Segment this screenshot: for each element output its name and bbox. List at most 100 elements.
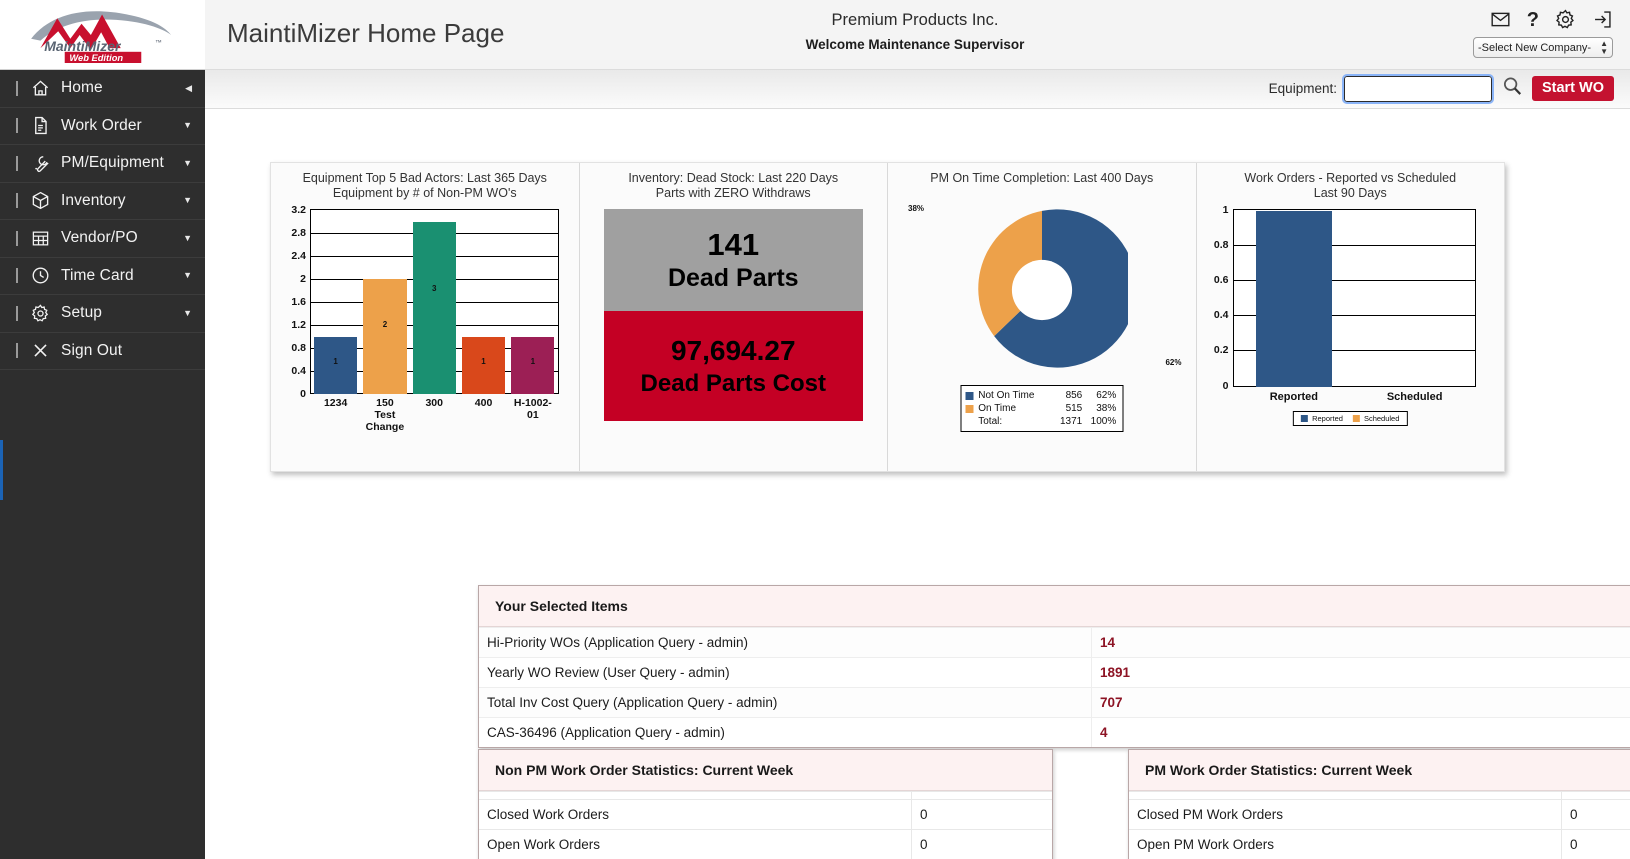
legend-entry: Reported	[1301, 414, 1343, 423]
legend-percent: 38%	[1096, 403, 1117, 414]
bars-group: 1 2 3 1 1	[311, 210, 558, 394]
legend-swatch	[1301, 415, 1309, 422]
chevron-down-icon[interactable]: ▼	[183, 158, 192, 168]
sidebar-item-vendor-po[interactable]: Vendor/PO ▼	[0, 220, 205, 258]
page-title: MaintiMizer Home Page	[227, 18, 505, 48]
donut-plot: 38% 62% Not On Time 856 62% On Time 515 …	[894, 190, 1190, 440]
help-icon[interactable]: ?	[1527, 10, 1539, 30]
x-tick-label: 150 Test Change	[363, 397, 406, 433]
chart-title: Work Orders - Reported vs Scheduled Last…	[1203, 171, 1499, 201]
chart-title-line1: PM On Time Completion: Last 400 Days	[930, 171, 1154, 185]
dead-parts-cost-label: Dead Parts Cost	[640, 370, 826, 397]
legend-total-percent: 100%	[1090, 416, 1117, 427]
bar[interactable]: 1	[511, 336, 555, 394]
wrench-icon	[29, 152, 51, 174]
table-row[interactable]: Closed PM Work Orders 0	[1129, 799, 1630, 829]
chevron-down-icon[interactable]: ▼	[183, 196, 192, 205]
bar-chart-plot: 1 0.8 0.6 0.4 0.2 0 Reported Scheduled R…	[1203, 204, 1499, 455]
bar[interactable]: 3	[412, 221, 456, 394]
legend-swatch-empty	[965, 418, 973, 426]
table-row[interactable]: Closed Work Orders 0	[479, 799, 1052, 829]
table-row[interactable]: Yearly WO Review (User Query - admin) 18…	[479, 657, 1630, 687]
sidebar-item-setup[interactable]: Setup ▼	[0, 295, 205, 333]
x-tick-label: Reported	[1269, 391, 1319, 403]
sidebar-item-pm-equipment[interactable]: PM/Equipment ▼	[0, 145, 205, 183]
table-row[interactable]: Total Inv Cost Query (Application Query …	[479, 687, 1630, 717]
chevron-left-icon[interactable]: ◀	[185, 83, 192, 93]
donut-svg[interactable]	[956, 204, 1128, 376]
start-wo-button[interactable]: Start WO	[1531, 76, 1614, 101]
company-select-dropdown[interactable]: -Select New Company- ▲ ▼	[1473, 37, 1613, 58]
equipment-search-bar: Equipment: Start WO	[205, 70, 1630, 109]
table-row[interactable]: Hi-Priority WOs (Application Query - adm…	[479, 627, 1630, 657]
document-icon	[29, 115, 51, 137]
x-tick-text: 1234	[323, 397, 348, 409]
nav-tick	[16, 80, 18, 96]
equipment-search-input[interactable]	[1341, 73, 1494, 104]
dashboard-content: Equipment Top 5 Bad Actors: Last 365 Day…	[205, 109, 1630, 859]
slice-label-not-on-time: 62%	[1165, 358, 1182, 367]
chart-title-line2: Equipment by # of Non-PM WO's	[332, 186, 517, 200]
dead-parts-cost-value: 97,694.27	[670, 335, 796, 366]
query-count: 4	[1091, 718, 1630, 747]
table-row[interactable]: CAS-36496 (Application Query - admin) 4	[479, 717, 1630, 747]
sidebar-item-label: Home	[61, 79, 103, 97]
chevron-down-icon[interactable]: ▼	[183, 271, 192, 280]
search-icon[interactable]	[1501, 75, 1523, 102]
mail-icon[interactable]	[1490, 9, 1511, 30]
chevron-down-icon[interactable]: ▼	[183, 233, 192, 243]
stat-label: Closed Work Orders	[487, 807, 610, 822]
sidebar-item-inventory[interactable]: Inventory ▼	[0, 183, 205, 220]
donut-legend: Not On Time 856 62% On Time 515 38% Tota…	[960, 385, 1124, 432]
sidebar-item-label: Vendor/PO	[61, 229, 138, 247]
nav-tick	[16, 118, 18, 134]
bar[interactable]: 1	[314, 336, 358, 394]
y-tick: 1.2	[291, 319, 306, 331]
x-axis-labels: 1234 150 Test Change 300 400 H-1002-01	[311, 397, 558, 433]
bar[interactable]	[1255, 211, 1332, 387]
sidebar-item-home[interactable]: Home ◀	[0, 70, 205, 108]
table-row[interactable]: Open PM Work Orders 0	[1129, 829, 1630, 859]
legend-swatch	[1352, 415, 1360, 422]
y-tick: 2.4	[291, 250, 306, 262]
sidebar-item-work-order[interactable]: Work Order ▼	[0, 108, 205, 145]
panel-title: Your Selected Items	[479, 586, 1630, 627]
header-icon-bar: ?	[1490, 9, 1613, 30]
y-tick: 2	[300, 273, 306, 285]
app-logo[interactable]: MaintiMizer ™ Web Edition	[0, 0, 205, 70]
x-tick-sub2: Change	[365, 421, 405, 433]
welcome-message: Welcome Maintenance Supervisor	[805, 37, 1025, 52]
sidebar-item-sign-out[interactable]: Sign Out	[0, 333, 205, 370]
query-count: 14	[1091, 628, 1630, 657]
chart-title-line2: Last 90 Days	[1313, 186, 1387, 200]
y-tick: 0.8	[291, 342, 306, 354]
chevron-down-icon[interactable]: ▼	[183, 121, 192, 130]
company-block: Premium Products Inc. Welcome Maintenanc…	[750, 11, 1080, 52]
x-tick-label: 1234	[314, 397, 357, 433]
sidebar-item-label: Time Card	[61, 266, 134, 284]
y-tick: 0.4	[291, 365, 306, 377]
sign-out-icon[interactable]	[1592, 9, 1613, 30]
home-icon	[29, 77, 51, 99]
stats-row: Non PM Work Order Statistics: Current We…	[478, 749, 1630, 859]
x-tick-sub1: Test	[374, 409, 396, 421]
settings-gear-icon[interactable]	[1555, 9, 1576, 30]
legend-value: 856	[1065, 390, 1083, 401]
dead-parts-tile[interactable]: 141 Dead Parts	[603, 209, 863, 311]
maintimizer-logo-icon: MaintiMizer ™ Web Edition	[30, 10, 171, 63]
x-tick-label: H-1002-01	[511, 397, 554, 433]
chevron-down-icon[interactable]: ▼	[183, 308, 192, 318]
sidebar-scroll-indicator	[0, 440, 3, 500]
bar[interactable]: 2	[363, 279, 407, 394]
stat-value: 0	[911, 800, 1052, 829]
bar[interactable]: 1	[461, 336, 506, 394]
sidebar-item-time-card[interactable]: Time Card ▼	[0, 258, 205, 295]
y-tick: 0.6	[1213, 274, 1229, 286]
svg-text:MaintiMizer: MaintiMizer	[44, 37, 122, 53]
legend-swatch	[965, 404, 974, 413]
table-row[interactable]: Open Work Orders 0	[479, 829, 1052, 859]
legend-label: Scheduled	[1363, 414, 1400, 423]
table-spacer-row	[1129, 791, 1630, 799]
x-tick-text: H-1002-01	[513, 397, 552, 421]
dead-parts-cost-tile[interactable]: 97,694.27 Dead Parts Cost	[603, 311, 863, 421]
